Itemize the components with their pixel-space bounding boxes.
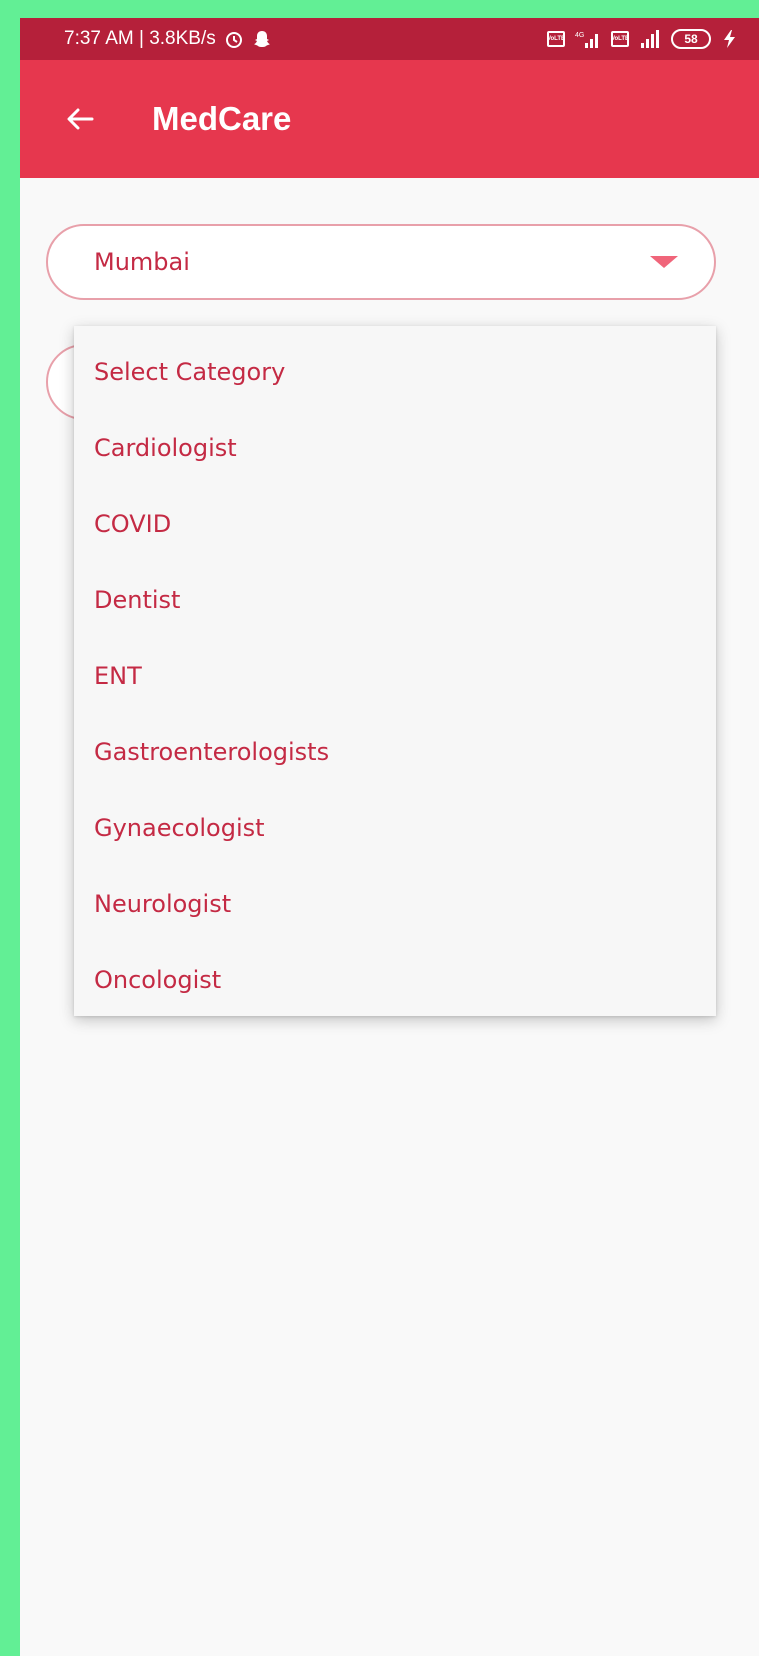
status-time-speed: 7:37 AM | 3.8KB/s [64,28,216,49]
signal-4g-icon: 4G [575,29,601,49]
signal-icon [639,29,661,49]
menu-item-cardiologist[interactable]: Cardiologist [74,410,716,486]
city-select-value: Mumbai [94,248,190,276]
menu-item-gastroenterologists[interactable]: Gastroenterologists [74,714,716,790]
charging-icon [721,29,739,49]
menu-item-covid[interactable]: COVID [74,486,716,562]
volte-icon-2: VoLTE [611,31,629,47]
back-arrow-icon[interactable] [50,89,110,149]
alarm-icon [224,29,244,49]
phone-screen: 7:37 AM | 3.8KB/s VoLTE 4G VoLTE 58 MedC… [20,18,759,1656]
menu-item-neurologist[interactable]: Neurologist [74,866,716,942]
app-bar: MedCare [20,60,759,178]
menu-item-gynaecologist[interactable]: Gynaecologist [74,790,716,866]
menu-item-select-category[interactable]: Select Category [74,334,716,410]
city-select[interactable]: Mumbai [46,224,716,300]
category-dropdown-menu: Select Category Cardiologist COVID Denti… [74,326,716,1016]
snapchat-icon [252,29,272,49]
chevron-down-icon[interactable] [650,256,678,268]
menu-item-dentist[interactable]: Dentist [74,562,716,638]
menu-item-oncologist[interactable]: Oncologist [74,942,716,1018]
status-bar: 7:37 AM | 3.8KB/s VoLTE 4G VoLTE 58 [20,18,759,60]
app-title: MedCare [152,100,292,137]
volte-icon: VoLTE [547,31,565,47]
battery-icon: 58 [671,29,711,49]
menu-item-ent[interactable]: ENT [74,638,716,714]
svg-text:4G: 4G [575,32,584,39]
